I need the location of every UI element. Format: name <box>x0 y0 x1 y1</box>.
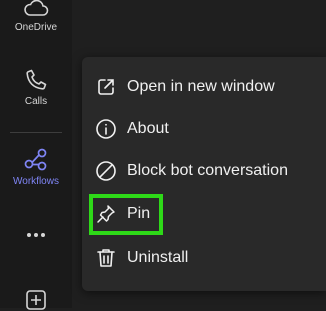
rail-item-calls[interactable]: Calls <box>0 68 72 107</box>
menu-item-label: Block bot conversation <box>127 162 288 179</box>
app-context-menu: Open in new window About Block bot conve… <box>82 57 326 291</box>
open-external-icon <box>95 76 117 98</box>
menu-item-label: About <box>127 120 169 137</box>
cloud-icon <box>23 0 49 18</box>
menu-item-block-bot[interactable]: Block bot conversation <box>82 150 326 192</box>
rail-item-workflows[interactable]: Workflows <box>0 146 72 187</box>
more-apps-button[interactable] <box>0 230 72 240</box>
rail-item-label: Calls <box>24 96 48 107</box>
info-icon <box>95 118 117 140</box>
workflows-icon <box>23 146 49 172</box>
menu-item-about[interactable]: About <box>82 108 326 150</box>
app-rail: OneDrive Calls Workflows <box>0 0 72 310</box>
more-options-icon <box>24 230 48 240</box>
menu-item-label: Open in new window <box>127 78 275 95</box>
trash-icon <box>95 247 117 269</box>
pin-icon <box>95 203 117 225</box>
rail-divider <box>10 132 62 133</box>
phone-icon <box>24 68 48 92</box>
rail-item-label: Workflows <box>13 176 59 187</box>
menu-item-label: Pin <box>127 205 151 222</box>
rail-item-label: OneDrive <box>14 22 58 33</box>
block-icon <box>95 160 117 182</box>
rail-item-onedrive[interactable]: OneDrive <box>0 0 72 33</box>
menu-item-pin[interactable]: Pin <box>82 193 326 235</box>
menu-item-label: Uninstall <box>127 249 189 266</box>
menu-item-uninstall[interactable]: Uninstall <box>82 237 326 279</box>
menu-item-open-new-window[interactable]: Open in new window <box>82 66 326 108</box>
